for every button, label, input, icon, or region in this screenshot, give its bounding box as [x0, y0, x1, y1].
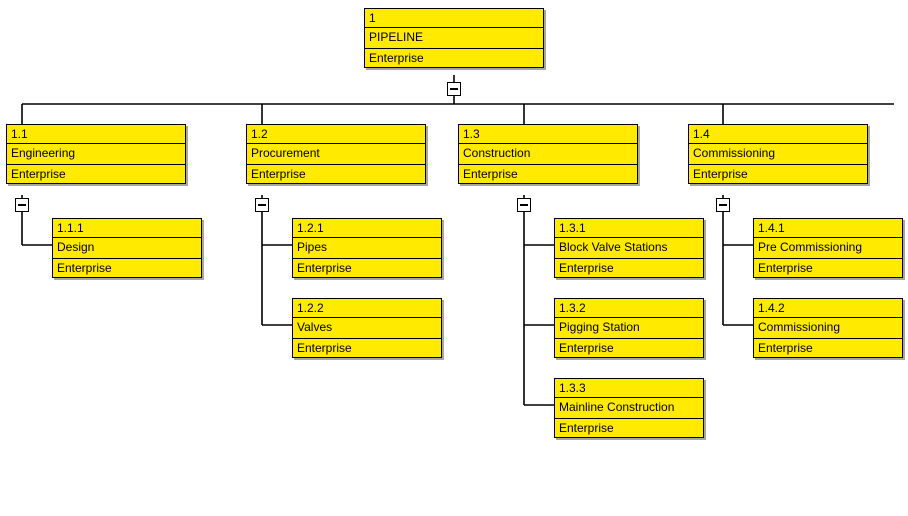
- node-level: Enterprise: [555, 419, 703, 437]
- node-1-3-2[interactable]: 1.3.2 Pigging Station Enterprise: [554, 298, 704, 358]
- node-level: Enterprise: [459, 165, 637, 183]
- node-1-2-1[interactable]: 1.2.1 Pipes Enterprise: [292, 218, 442, 278]
- node-id: 1.3: [459, 125, 637, 144]
- node-level: Enterprise: [555, 259, 703, 277]
- collapse-toggle-1-2[interactable]: [255, 198, 269, 212]
- node-id: 1: [365, 9, 543, 28]
- node-name: Procurement: [247, 144, 425, 165]
- node-name: Pipes: [293, 238, 441, 259]
- node-root[interactable]: 1 PIPELINE Enterprise: [364, 8, 544, 68]
- collapse-toggle-1-4[interactable]: [716, 198, 730, 212]
- node-name: Mainline Construction: [555, 398, 703, 419]
- node-level: Enterprise: [53, 259, 201, 277]
- node-level: Enterprise: [555, 339, 703, 357]
- node-level: Enterprise: [247, 165, 425, 183]
- node-level: Enterprise: [754, 339, 902, 357]
- node-level: Enterprise: [689, 165, 867, 183]
- node-1-2[interactable]: 1.2 Procurement Enterprise: [246, 124, 426, 184]
- node-1-3-3[interactable]: 1.3.3 Mainline Construction Enterprise: [554, 378, 704, 438]
- node-id: 1.2.1: [293, 219, 441, 238]
- node-id: 1.3.1: [555, 219, 703, 238]
- node-level: Enterprise: [293, 259, 441, 277]
- node-name: Design: [53, 238, 201, 259]
- node-id: 1.3.2: [555, 299, 703, 318]
- node-id: 1.2.2: [293, 299, 441, 318]
- node-id: 1.1.1: [53, 219, 201, 238]
- node-name: Block Valve Stations: [555, 238, 703, 259]
- node-id: 1.4.2: [754, 299, 902, 318]
- node-name: Construction: [459, 144, 637, 165]
- node-name: Commissioning: [689, 144, 867, 165]
- node-name: Commissioning: [754, 318, 902, 339]
- node-1-4-2[interactable]: 1.4.2 Commissioning Enterprise: [753, 298, 903, 358]
- node-id: 1.2: [247, 125, 425, 144]
- node-1-4[interactable]: 1.4 Commissioning Enterprise: [688, 124, 868, 184]
- node-1-3-1[interactable]: 1.3.1 Block Valve Stations Enterprise: [554, 218, 704, 278]
- node-1-3[interactable]: 1.3 Construction Enterprise: [458, 124, 638, 184]
- node-name: Engineering: [7, 144, 185, 165]
- node-id: 1.1: [7, 125, 185, 144]
- node-name: Pigging Station: [555, 318, 703, 339]
- node-level: Enterprise: [365, 49, 543, 67]
- node-1-1[interactable]: 1.1 Engineering Enterprise: [6, 124, 186, 184]
- node-id: 1.4.1: [754, 219, 902, 238]
- node-name: Valves: [293, 318, 441, 339]
- node-name: Pre Commissioning: [754, 238, 902, 259]
- node-1-1-1[interactable]: 1.1.1 Design Enterprise: [52, 218, 202, 278]
- node-level: Enterprise: [293, 339, 441, 357]
- node-level: Enterprise: [7, 165, 185, 183]
- node-id: 1.4: [689, 125, 867, 144]
- collapse-toggle-1-3[interactable]: [517, 198, 531, 212]
- collapse-toggle-root[interactable]: [447, 82, 461, 96]
- collapse-toggle-1-1[interactable]: [15, 198, 29, 212]
- node-name: PIPELINE: [365, 28, 543, 49]
- node-level: Enterprise: [754, 259, 902, 277]
- node-id: 1.3.3: [555, 379, 703, 398]
- node-1-4-1[interactable]: 1.4.1 Pre Commissioning Enterprise: [753, 218, 903, 278]
- node-1-2-2[interactable]: 1.2.2 Valves Enterprise: [292, 298, 442, 358]
